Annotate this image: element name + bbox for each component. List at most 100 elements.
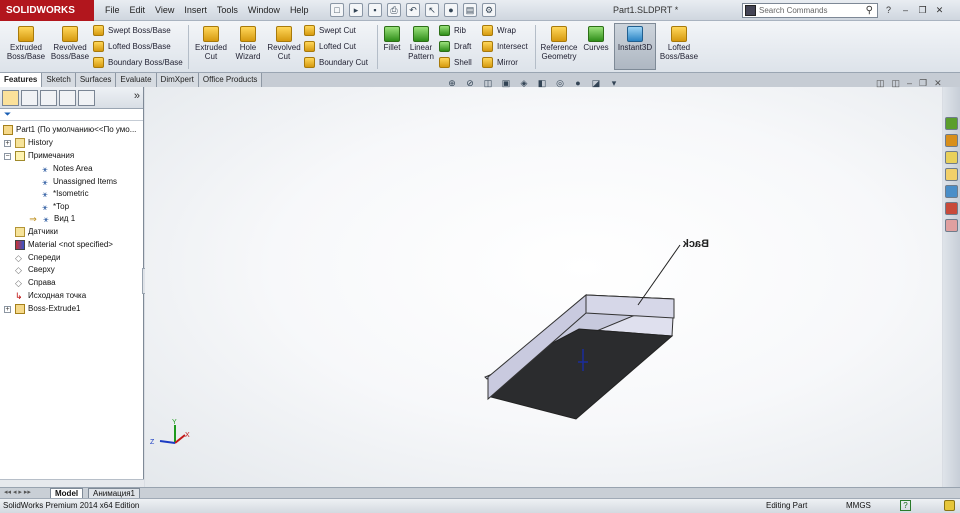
units-selector[interactable]: MMGS: [846, 499, 871, 513]
expand-icon[interactable]: +: [4, 140, 11, 147]
tree-item-front-plane[interactable]: ◇ Спереди: [15, 252, 60, 264]
viewport-restore-icon[interactable]: ❐: [919, 78, 927, 89]
tab-office-products[interactable]: Office Products: [198, 73, 263, 87]
tree-item-top-plane[interactable]: ◇ Сверху: [15, 264, 55, 276]
split-view-icon[interactable]: ◫: [876, 78, 885, 89]
feature-tree-tab-icon[interactable]: [2, 90, 19, 106]
swept-boss-button[interactable]: Swept Boss/Base: [93, 25, 171, 36]
graphics-area[interactable]: Back Y X Z: [145, 87, 942, 487]
menu-view[interactable]: View: [150, 0, 179, 21]
custom-properties-icon[interactable]: [945, 219, 958, 232]
swept-cut-button[interactable]: Swept Cut: [304, 25, 356, 36]
open-folder-icon[interactable]: ▸: [349, 3, 363, 17]
minimize-button[interactable]: –: [899, 3, 912, 17]
boundary-boss-button[interactable]: Boundary Boss/Base: [93, 57, 183, 68]
edit-appearance-icon[interactable]: ●: [572, 77, 584, 89]
tab-sketch[interactable]: Sketch: [42, 73, 76, 87]
dimxpert-manager-tab-icon[interactable]: [59, 90, 76, 106]
revolved-boss-button[interactable]: Revolved Boss/Base: [48, 24, 92, 61]
save-icon[interactable]: ▪: [368, 3, 382, 17]
help-icon[interactable]: ?: [900, 500, 911, 511]
instant3d-button[interactable]: Instant3D: [614, 24, 656, 52]
rib-button[interactable]: Rib: [439, 25, 466, 36]
tree-item-history[interactable]: History: [15, 137, 53, 149]
search-input[interactable]: Search Commands: [759, 6, 827, 15]
horizontal-scrollbar[interactable]: [0, 479, 144, 487]
menu-edit[interactable]: Edit: [125, 0, 151, 21]
zoom-to-fit-icon[interactable]: ⊕: [446, 77, 458, 89]
chevron-right-icon[interactable]: »: [134, 90, 140, 102]
curves-button[interactable]: Curves: [580, 24, 612, 52]
tree-item-unassigned[interactable]: ⚹ Unassigned Items: [40, 176, 117, 188]
hole-wizard-button[interactable]: Hole Wizard: [230, 24, 266, 61]
filter-icon[interactable]: ⏷: [4, 109, 11, 120]
tab-surfaces[interactable]: Surfaces: [75, 73, 117, 87]
previous-view-icon[interactable]: ◫: [482, 77, 494, 89]
extruded-boss-button[interactable]: Extruded Boss/Base: [4, 24, 48, 61]
tab-features[interactable]: Features: [0, 73, 43, 87]
tree-item-annotations[interactable]: Примечания: [15, 150, 74, 162]
options-gear-icon[interactable]: ⚙: [482, 3, 496, 17]
reference-geometry-button[interactable]: Reference Geometry: [538, 24, 580, 61]
tree-item-top-view[interactable]: ⚹ *Top: [40, 201, 69, 213]
tree-item-origin[interactable]: ↳ Исходная точка: [15, 290, 86, 302]
tree-filter[interactable]: ⏷: [0, 109, 143, 121]
intersect-button[interactable]: Intersect: [482, 41, 528, 52]
file-explorer-icon[interactable]: [945, 151, 958, 164]
viewport-minimize-icon[interactable]: –: [907, 78, 912, 89]
configuration-manager-tab-icon[interactable]: [40, 90, 57, 106]
lofted-boss-large-button[interactable]: Lofted Boss/Base: [657, 24, 701, 61]
draft-button[interactable]: Draft: [439, 41, 471, 52]
lofted-boss-button[interactable]: Lofted Boss/Base: [93, 41, 171, 52]
menu-help[interactable]: Help: [285, 0, 314, 21]
display-style-icon[interactable]: ◧: [536, 77, 548, 89]
menu-insert[interactable]: Insert: [179, 0, 212, 21]
fillet-button[interactable]: Fillet: [380, 24, 404, 52]
nav-arrows-icon[interactable]: ◂◂ ◂ ▸ ▸▸: [4, 488, 31, 498]
menu-window[interactable]: Window: [243, 0, 285, 21]
menu-file[interactable]: File: [100, 0, 125, 21]
tree-item-material[interactable]: Material <not specified>: [15, 239, 113, 251]
tree-item-view1[interactable]: ⇒ ⚹ Вид 1: [28, 213, 75, 225]
new-document-icon[interactable]: □: [330, 3, 344, 17]
view-settings-icon[interactable]: ▾: [608, 77, 620, 89]
tree-item-isometric[interactable]: ⚹ *Isometric: [40, 188, 88, 200]
apply-scene-icon[interactable]: ◪: [590, 77, 602, 89]
menu-tools[interactable]: Tools: [212, 0, 243, 21]
rebuild-icon[interactable]: ●: [444, 3, 458, 17]
section-view-icon[interactable]: ▣: [500, 77, 512, 89]
collapse-icon[interactable]: −: [4, 153, 11, 160]
view-palette-icon[interactable]: [945, 185, 958, 198]
tree-item-notes-area[interactable]: ⚹ Notes Area: [40, 163, 92, 175]
viewport-close-icon[interactable]: ✕: [934, 78, 942, 89]
appearances-icon[interactable]: [945, 202, 958, 215]
search-commands[interactable]: Search Commands ⚲: [742, 3, 878, 18]
revolved-cut-button[interactable]: Revolved Cut: [265, 24, 303, 61]
tree-item-boss-extrude[interactable]: Boss-Extrude1: [15, 303, 80, 315]
file-properties-icon[interactable]: ▤: [463, 3, 477, 17]
select-pointer-icon[interactable]: ↖: [425, 3, 439, 17]
undo-icon[interactable]: ↶: [406, 3, 420, 17]
tree-root-part[interactable]: Part1 (По умолчанию<<По умо...: [3, 124, 136, 136]
search-scope-icon[interactable]: [745, 5, 756, 16]
hide-show-items-icon[interactable]: ◎: [554, 77, 566, 89]
lofted-cut-button[interactable]: Lofted Cut: [304, 41, 356, 52]
search-icon[interactable]: ⚲: [866, 4, 873, 17]
boundary-cut-button[interactable]: Boundary Cut: [304, 57, 368, 68]
display-manager-tab-icon[interactable]: [78, 90, 95, 106]
tab-evaluate[interactable]: Evaluate: [116, 73, 157, 87]
wrap-button[interactable]: Wrap: [482, 25, 516, 36]
tree-item-sensors[interactable]: Датчики: [15, 226, 58, 238]
close-icon[interactable]: ✕: [933, 3, 946, 17]
mirror-button[interactable]: Mirror: [482, 57, 518, 68]
split-view-vertical-icon[interactable]: ◫: [892, 78, 901, 89]
property-manager-tab-icon[interactable]: [21, 90, 38, 106]
solidworks-logo[interactable]: SOLIDWORKS: [0, 0, 94, 21]
expand-icon[interactable]: +: [4, 306, 11, 313]
design-library-icon[interactable]: [945, 134, 958, 147]
help-question-icon[interactable]: ?: [882, 3, 895, 17]
shell-button[interactable]: Shell: [439, 57, 472, 68]
linear-pattern-button[interactable]: Linear Pattern: [404, 24, 438, 61]
annotation-note[interactable]: Back: [682, 238, 709, 250]
view-orientation-icon[interactable]: ◈: [518, 77, 530, 89]
